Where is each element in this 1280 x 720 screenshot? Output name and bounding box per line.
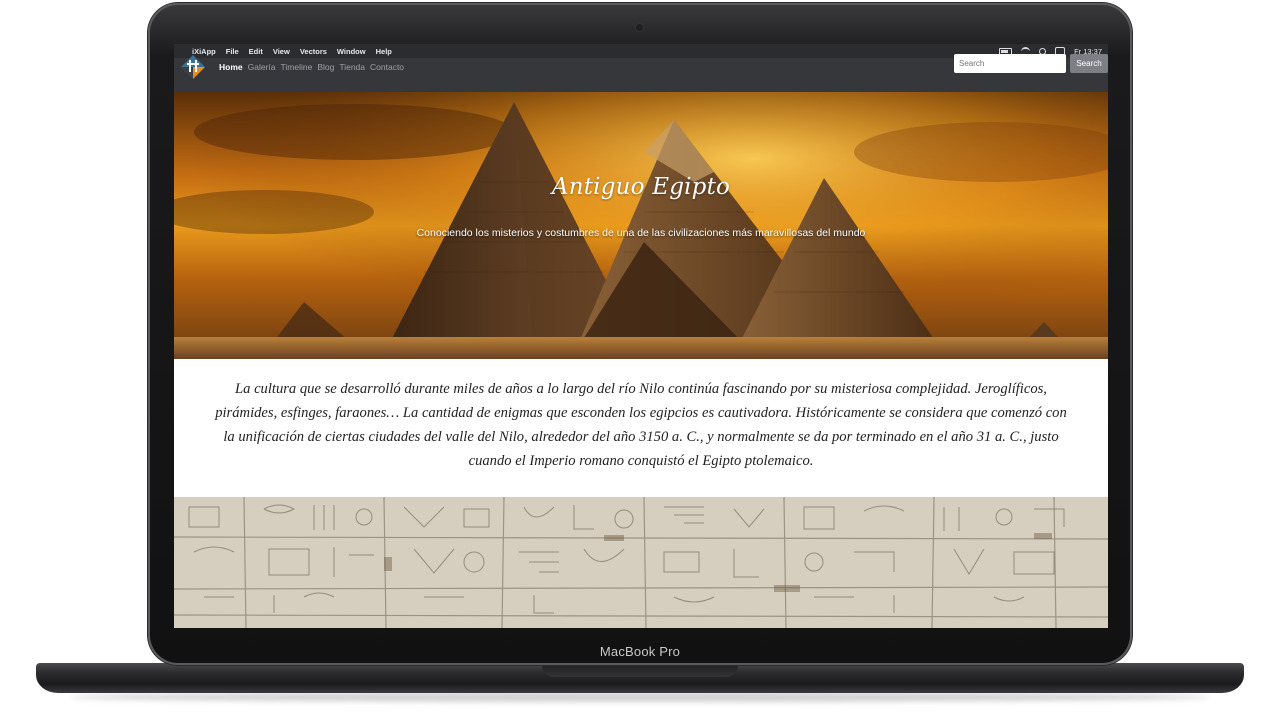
nav-timeline[interactable]: Timeline [281, 62, 313, 72]
menu-view[interactable]: View [273, 47, 290, 56]
nav-home[interactable]: Home [219, 62, 243, 72]
macbook-frame: MacBook Pro iXiApp File Edit View Vector… [0, 0, 1280, 720]
hero-subtitle: Conociendo los misterios y costumbres de… [416, 227, 866, 239]
menu-file[interactable]: File [226, 47, 239, 56]
hero-title: Antiguo Egipto [551, 174, 731, 200]
site-logo-icon[interactable] [180, 54, 206, 80]
hero-banner: Antiguo Egipto Conociendo los misterios … [174, 92, 1108, 359]
base-shadow [70, 692, 1210, 702]
menu-window[interactable]: Window [337, 47, 366, 56]
nav-galeria[interactable]: Galería [248, 62, 276, 72]
screen: iXiApp File Edit View Vectors Window Hel… [174, 44, 1108, 628]
nav-blog[interactable]: Blog [317, 62, 334, 72]
hieroglyph-wall-image [174, 497, 1108, 628]
base-notch [542, 663, 738, 677]
search-button[interactable]: Search [1070, 54, 1108, 73]
camera-icon [636, 24, 643, 31]
intro-paragraph: La cultura que se desarrolló durante mil… [215, 381, 1067, 469]
search-input[interactable] [954, 54, 1066, 73]
menu-edit[interactable]: Edit [249, 47, 263, 56]
menu-vectors[interactable]: Vectors [300, 47, 327, 56]
site-navbar: Home Galería Timeline Blog Tienda Contac… [174, 54, 1108, 92]
nav-links: Home Galería Timeline Blog Tienda Contac… [219, 62, 404, 72]
device-label: MacBook Pro [599, 644, 681, 659]
nav-contacto[interactable]: Contacto [370, 62, 404, 72]
menu-help[interactable]: Help [376, 47, 392, 56]
intro-section: La cultura que se desarrolló durante mil… [174, 359, 1108, 497]
pyramids-image [174, 92, 1108, 359]
nav-tienda[interactable]: Tienda [339, 62, 365, 72]
